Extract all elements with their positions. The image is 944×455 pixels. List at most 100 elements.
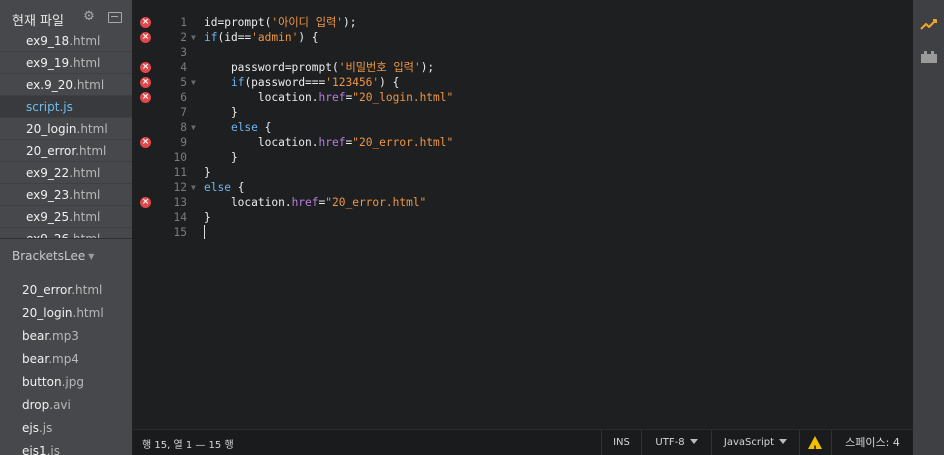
code-token: }	[204, 106, 238, 119]
code-token: "20_error.html"	[352, 136, 454, 149]
project-file-item[interactable]: bear.mp4	[0, 348, 132, 371]
file-name: 20_error	[22, 283, 72, 297]
status-bar: 행 15, 열 1 — 15 행 INS UTF-8 JavaScript ! …	[133, 429, 913, 455]
working-file-item[interactable]: ex9_23.html	[0, 184, 132, 206]
language-dropdown[interactable]: JavaScript	[711, 430, 799, 455]
code-text: location.href="20_error.html"	[204, 135, 453, 150]
error-icon[interactable]: ×	[140, 32, 151, 43]
sidebar: 현재 파일 ⚙ ex9_18.html ex9_19.html ex.9_20.ht…	[0, 0, 132, 455]
code-token: '비밀번호 입력'	[338, 61, 421, 74]
line-number: 12	[173, 181, 187, 194]
chevron-down-icon: ▼	[88, 252, 95, 261]
file-extension: .html	[69, 166, 101, 180]
file-name: 20_error	[26, 144, 76, 158]
code-text: if(password==='123456') {	[204, 75, 399, 90]
file-name: ex9_23	[26, 188, 70, 202]
file-name: drop	[22, 398, 50, 412]
extension-manager-icon[interactable]	[920, 50, 938, 64]
code-text: else {	[204, 120, 271, 135]
working-file-item[interactable]: ex9_25.html	[0, 206, 132, 228]
code-token: (id==	[217, 31, 252, 44]
code-text: location.href="20_login.html"	[204, 90, 453, 105]
lint-status-button[interactable]: !	[799, 430, 831, 455]
code-line: × 5 ▼ if(password==='123456') {	[133, 75, 913, 90]
fold-arrow-icon[interactable]: ▼	[191, 120, 196, 135]
working-file-item[interactable]: ex9_26.html	[0, 228, 132, 238]
code-token: );	[343, 16, 357, 29]
file-extension: .mp3	[48, 329, 79, 343]
code-token: else	[230, 121, 258, 134]
fold-arrow-icon[interactable]: ▼	[191, 30, 196, 45]
file-name: ex9_22	[26, 166, 70, 180]
project-file-item[interactable]: bear.mp3	[0, 325, 132, 348]
project-file-item[interactable]: ejs1.js	[0, 440, 132, 455]
code-editor[interactable]: × 1 id=prompt('아이디 입력'); × 2 ▼ if(id=='admin')…	[133, 0, 913, 429]
code-token: ) {	[298, 31, 319, 44]
code-token: id=prompt(	[204, 16, 272, 29]
code-token: if	[230, 76, 245, 89]
file-extension: .html	[69, 56, 101, 70]
code-line: × 2 ▼ if(id=='admin') {	[133, 30, 913, 45]
working-file-item[interactable]: ex9_19.html	[0, 52, 132, 74]
project-file-item[interactable]: drop.avi	[0, 394, 132, 417]
error-icon[interactable]: ×	[140, 197, 151, 208]
code-token: }	[204, 211, 211, 224]
code-line: × 6 location.href="20_login.html"	[133, 90, 913, 105]
working-file-item[interactable]: script.js	[0, 96, 132, 118]
working-file-item[interactable]: 20_login.html	[0, 118, 132, 140]
code-text: location.href="20_error.html"	[204, 195, 426, 210]
error-icon[interactable]: ×	[140, 62, 151, 73]
sidebar-divider	[0, 238, 132, 239]
line-number: 1	[180, 16, 187, 29]
split-view-icon[interactable]	[108, 12, 122, 23]
project-file-item[interactable]: button.jpg	[0, 371, 132, 394]
file-extension: .html	[69, 34, 101, 48]
file-extension: .html	[69, 210, 101, 224]
working-file-item[interactable]: ex9_22.html	[0, 162, 132, 184]
error-icon[interactable]: ×	[140, 77, 151, 88]
code-text: if(id=='admin') {	[204, 30, 319, 45]
fold-arrow-icon[interactable]: ▼	[191, 180, 196, 195]
working-file-item[interactable]: 20_error.html	[0, 140, 132, 162]
project-file-item[interactable]: 20_login.html	[0, 302, 132, 325]
gear-icon[interactable]: ⚙	[82, 10, 96, 24]
file-extension: .html	[76, 122, 108, 136]
code-token: 'admin'	[251, 31, 299, 44]
code-token: '아이디 입력'	[271, 16, 344, 29]
live-preview-icon[interactable]	[920, 18, 938, 32]
file-name: script	[26, 100, 60, 114]
text-cursor	[204, 225, 205, 239]
working-file-item[interactable]: ex9_18.html	[0, 30, 132, 52]
chevron-down-icon	[689, 439, 698, 444]
code-token: href	[291, 196, 319, 209]
project-file-item[interactable]: ejs.js	[0, 417, 132, 440]
code-token: {	[257, 121, 272, 134]
code-text: password=prompt('비밀번호 입력');	[204, 60, 434, 75]
indent-setting[interactable]: 스페이스: 4	[831, 430, 913, 455]
file-extension: .avi	[49, 398, 71, 412]
code-text: }	[204, 210, 211, 225]
fold-arrow-icon[interactable]: ▼	[191, 75, 196, 90]
line-number: 9	[180, 136, 187, 149]
project-dropdown[interactable]: BracketsLee ▼	[12, 249, 94, 263]
error-icon[interactable]: ×	[140, 137, 151, 148]
line-number: 3	[180, 46, 187, 59]
project-file-item[interactable]: 20_error.html	[0, 279, 132, 302]
insert-mode-toggle[interactable]: INS	[601, 430, 641, 455]
code-text: id=prompt('아이디 입력');	[204, 15, 357, 30]
working-file-item[interactable]: ex.9_20.html	[0, 74, 132, 96]
encoding-dropdown[interactable]: UTF-8	[641, 430, 711, 455]
file-name: ex9_18	[26, 34, 70, 48]
error-icon[interactable]: ×	[140, 92, 151, 103]
code-token: location.	[204, 91, 319, 104]
code-token: "20_login.html"	[352, 91, 454, 104]
code-line: 3	[133, 45, 913, 60]
code-line: × 1 id=prompt('아이디 입력');	[133, 15, 913, 30]
line-number: 6	[180, 91, 187, 104]
error-icon[interactable]: ×	[140, 17, 151, 28]
code-line: × 9 location.href="20_error.html"	[133, 135, 913, 150]
code-line: 8 ▼ else {	[133, 120, 913, 135]
cursor-position: 행 15, 열 1 — 15 행	[142, 440, 234, 451]
code-text: else {	[204, 180, 244, 195]
code-line: × 4 password=prompt('비밀번호 입력');	[133, 60, 913, 75]
